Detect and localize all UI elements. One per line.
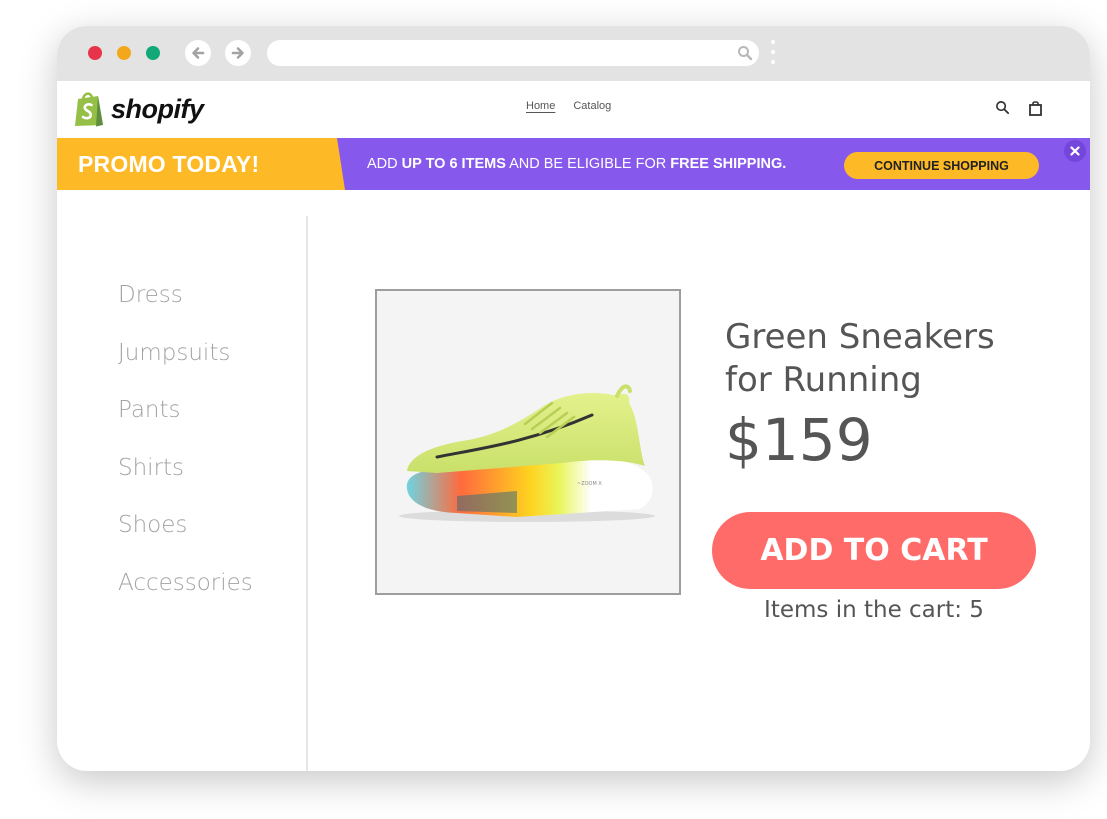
- shopping-bag-icon[interactable]: [1028, 100, 1043, 116]
- arrow-right-icon: [231, 47, 244, 59]
- browser-window: shopify Home Catalog PROMO TODAY! ADD UP…: [57, 26, 1090, 771]
- promo-banner: PROMO TODAY! ADD UP TO 6 ITEMS AND BE EL…: [57, 138, 1090, 190]
- promo-message-part: FREE SHIPPING.: [670, 156, 787, 172]
- promo-message: ADD UP TO 6 ITEMS AND BE ELIGIBLE FOR FR…: [367, 156, 786, 172]
- shopify-bag-icon: [75, 92, 103, 127]
- sidebar-item-shoes[interactable]: Shoes: [118, 512, 253, 570]
- back-button[interactable]: [185, 40, 211, 66]
- close-window-dot[interactable]: [88, 46, 102, 60]
- maximize-window-dot[interactable]: [146, 46, 160, 60]
- promo-message-part: UP TO 6 ITEMS: [401, 156, 506, 172]
- sneaker-brand-mark: ~ZOOM X: [577, 481, 602, 487]
- cart-item-count: Items in the cart: 5: [764, 597, 984, 623]
- promo-label-area: PROMO TODAY!: [57, 138, 345, 190]
- sidebar-item-dress[interactable]: Dress: [118, 282, 253, 340]
- continue-shopping-button[interactable]: CONTINUE SHOPPING: [844, 152, 1039, 179]
- product-price: $159: [725, 406, 873, 474]
- sidebar-item-accessories[interactable]: Accessories: [118, 570, 253, 628]
- nav-catalog-link[interactable]: Catalog: [573, 100, 611, 112]
- promo-title: PROMO TODAY!: [78, 151, 260, 177]
- browser-menu-icon[interactable]: [770, 40, 776, 68]
- store-header: shopify Home Catalog: [57, 81, 1090, 138]
- running-sneaker-image: ~ZOOM X: [399, 384, 655, 522]
- promo-message-part: AND BE ELIGIBLE FOR: [505, 156, 671, 172]
- product-title: Green Sneakers for Running: [725, 317, 995, 400]
- minimize-window-dot[interactable]: [117, 46, 131, 60]
- close-icon: [1070, 146, 1080, 156]
- forward-button[interactable]: [225, 40, 251, 66]
- add-to-cart-button[interactable]: ADD TO CART: [712, 512, 1036, 589]
- sidebar-item-jumpsuits[interactable]: Jumpsuits: [118, 340, 253, 398]
- shopify-logo[interactable]: shopify: [72, 90, 204, 128]
- search-icon: [738, 46, 753, 61]
- sidebar-item-shirts[interactable]: Shirts: [118, 455, 253, 513]
- logo-text: shopify: [111, 93, 204, 124]
- category-sidebar: Dress Jumpsuits Pants Shirts Shoes Acces…: [118, 282, 253, 628]
- sidebar-item-pants[interactable]: Pants: [118, 397, 253, 455]
- product-image[interactable]: ~ZOOM X: [375, 289, 681, 595]
- browser-chrome: [57, 26, 1090, 81]
- search-icon[interactable]: [995, 100, 1010, 115]
- top-nav: Home Catalog: [526, 100, 611, 112]
- address-bar[interactable]: [267, 40, 759, 66]
- close-promo-button[interactable]: [1064, 140, 1086, 162]
- arrow-left-icon: [192, 47, 205, 59]
- nav-home-link[interactable]: Home: [526, 100, 555, 112]
- promo-message-part: ADD: [367, 156, 402, 172]
- sidebar-divider: [306, 216, 308, 771]
